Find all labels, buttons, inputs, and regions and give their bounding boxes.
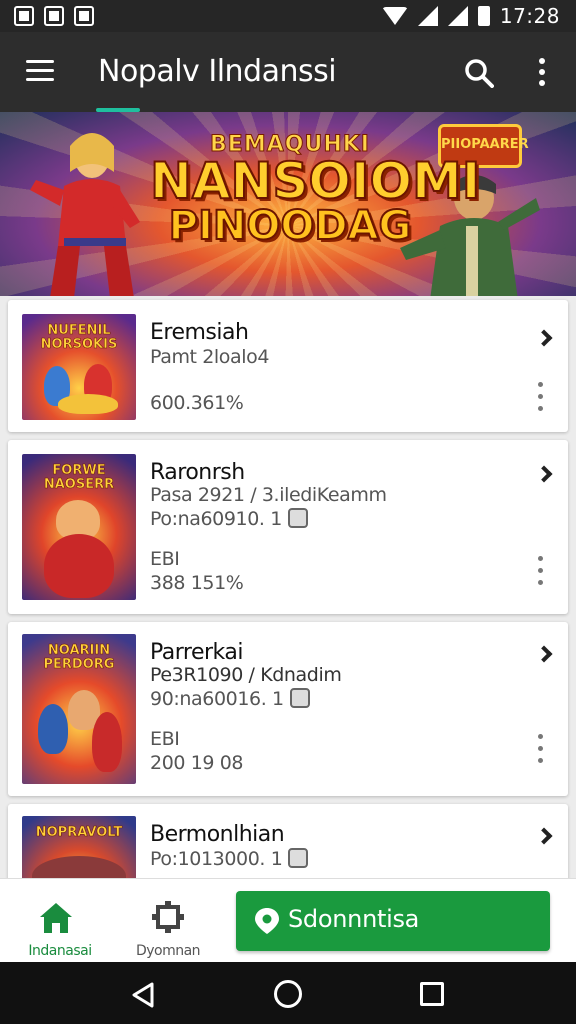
card-subtitle: Pamt 2loalo4 bbox=[150, 346, 270, 368]
app-bar: Nopalv Ilndanssi bbox=[0, 32, 576, 112]
nav-second[interactable]: Dyomnan bbox=[130, 891, 206, 959]
card-stat: 600.361% bbox=[150, 392, 244, 414]
card-stat: 200 19 08 bbox=[150, 752, 244, 774]
card-meta-text: Po:1013000. 1 bbox=[150, 848, 283, 870]
gear-icon bbox=[152, 901, 184, 933]
card-title: Eremsiah bbox=[150, 320, 249, 345]
recent-apps-icon[interactable] bbox=[420, 982, 444, 1006]
back-icon[interactable] bbox=[130, 982, 156, 1008]
badge-icon bbox=[288, 848, 309, 868]
menu-icon[interactable] bbox=[26, 60, 54, 82]
home-button-icon[interactable] bbox=[274, 980, 302, 1008]
signal-icon bbox=[447, 6, 468, 26]
chevron-right-icon[interactable] bbox=[535, 329, 553, 347]
banner-title: BEMAQUHKI NANSOIOMI PINOODAG bbox=[149, 132, 481, 249]
nav-home[interactable]: Indanasai bbox=[20, 891, 92, 959]
chevron-right-icon[interactable] bbox=[535, 827, 553, 845]
app-title: Nopalv Ilndanssi bbox=[98, 54, 337, 89]
card-subtitle: Pasa 2921 / 3.ilediKeamm bbox=[150, 484, 387, 506]
wifi-icon bbox=[381, 7, 408, 25]
more-options-icon[interactable] bbox=[538, 382, 544, 412]
card-meta: Po:1013000. 1 bbox=[150, 848, 309, 870]
screen: 17:28 Nopalv Ilndanssi PIIOPAARER BEMAQU… bbox=[0, 0, 576, 1024]
bottom-navigation: Indanasai Dyomnan Sdonnntisa bbox=[0, 878, 576, 962]
badge-icon bbox=[289, 688, 310, 708]
list-item[interactable]: NUFENIL NORSOKIS Eremsiah Pamt 2loalo4 6… bbox=[8, 300, 568, 432]
nav-second-label: Dyomnan bbox=[135, 943, 201, 959]
game-thumbnail: NOPRAVOLT bbox=[22, 816, 136, 878]
card-subtitle: Pe3R1090 / Kdnadim bbox=[150, 664, 342, 686]
status-bar: 17:28 bbox=[0, 0, 576, 32]
promo-banner[interactable]: PIIOPAARER BEMAQUHKI NANSOIOMI PINOODAG bbox=[0, 112, 576, 296]
status-notification-icons bbox=[14, 6, 94, 26]
card-stat: 388 151% bbox=[150, 572, 244, 594]
thumbnail-title: NUFENIL NORSOKIS bbox=[40, 323, 118, 352]
card-meta-text: Po:na60910. 1 bbox=[150, 508, 282, 530]
home-icon bbox=[40, 903, 72, 933]
status-system-icons: 17:28 bbox=[381, 4, 560, 28]
chevron-right-icon[interactable] bbox=[535, 645, 553, 663]
list-item[interactable]: FORWE NAOSERR Raronrsh Pasa 2921 / 3.ile… bbox=[8, 440, 568, 614]
status-time: 17:28 bbox=[499, 4, 560, 28]
battery-icon bbox=[477, 6, 490, 26]
card-tag: ЕBI bbox=[150, 548, 180, 570]
signal-icon bbox=[417, 6, 438, 26]
system-navigation-bar bbox=[0, 962, 576, 1024]
notification-icon bbox=[74, 6, 94, 26]
card-meta-text: 90:na60016. 1 bbox=[150, 688, 284, 710]
game-thumbnail: NOARIIN PERDORG bbox=[22, 634, 136, 784]
banner-sub-text: PINOODAG bbox=[168, 203, 413, 249]
heroine-character bbox=[30, 133, 140, 296]
more-options-icon[interactable] bbox=[538, 556, 544, 586]
card-title: Parrerkai bbox=[150, 640, 244, 665]
notification-icon bbox=[44, 6, 64, 26]
game-thumbnail: FORWE NAOSERR bbox=[22, 454, 136, 600]
thumbnail-title: NOARIIN PERDORG bbox=[43, 643, 115, 672]
list-item[interactable]: NOARIIN PERDORG Parrerkai Pe3R1090 / Kdn… bbox=[8, 622, 568, 796]
thumbnail-title: NOPRAVOLT bbox=[35, 825, 123, 840]
thumbnail-title: FORWE NAOSERR bbox=[43, 463, 115, 492]
search-icon[interactable] bbox=[464, 58, 494, 88]
more-options-icon[interactable] bbox=[538, 58, 546, 86]
primary-action-label: Sdonnntisa bbox=[288, 905, 420, 933]
game-thumbnail: NUFENIL NORSOKIS bbox=[22, 314, 136, 420]
card-title: Bermonlhian bbox=[150, 822, 285, 847]
badge-icon bbox=[287, 508, 308, 528]
card-meta: 90:na60016. 1 bbox=[150, 688, 310, 710]
more-options-icon[interactable] bbox=[538, 734, 544, 764]
primary-action-button[interactable]: Sdonnntisa bbox=[236, 891, 550, 951]
list-item[interactable]: NOPRAVOLT Bermonlhian Po:1013000. 1 bbox=[8, 804, 568, 878]
card-tag: ЕBI bbox=[150, 728, 180, 750]
nav-home-label: Indanasai bbox=[28, 943, 92, 959]
chevron-right-icon[interactable] bbox=[535, 465, 553, 483]
banner-main-text: NANSOIOMI bbox=[149, 152, 481, 210]
notification-icon bbox=[14, 6, 34, 26]
location-pin-icon bbox=[255, 908, 279, 934]
game-list: NUFENIL NORSOKIS Eremsiah Pamt 2loalo4 6… bbox=[0, 296, 576, 878]
card-meta: Po:na60910. 1 bbox=[150, 508, 308, 530]
card-title: Raronrsh bbox=[150, 460, 245, 485]
